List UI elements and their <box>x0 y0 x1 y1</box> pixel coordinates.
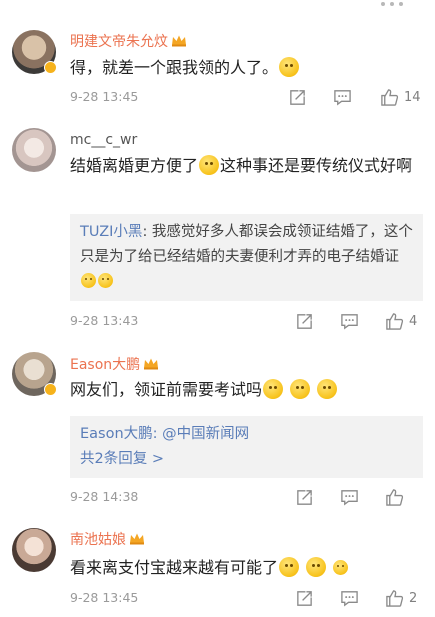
comment-item: mc__c_wr 结婚离婚更方便了 这种事还是要传统仪式好啊 TUZI小黑: 我感… <box>0 118 435 340</box>
like-button[interactable]: 14 <box>380 86 421 108</box>
reply-author[interactable]: Eason大鹏 <box>80 426 153 442</box>
comment-username[interactable]: Eason大鹏 <box>70 354 159 374</box>
smile-emoji-icon <box>279 57 300 77</box>
emoji-icon <box>290 379 311 399</box>
repost-icon <box>297 489 312 505</box>
like-count: 4 <box>409 313 418 329</box>
emoji-icon <box>279 557 300 577</box>
repost-icon <box>297 313 312 329</box>
comment-time: 9-28 13:45 <box>70 590 139 605</box>
reply-icon <box>334 89 351 105</box>
repost-button[interactable] <box>295 587 314 609</box>
reply-button[interactable] <box>340 486 359 508</box>
verified-badge-icon <box>44 383 57 396</box>
comment-text: 网友们，领证前需要考试吗 <box>70 376 417 403</box>
comment-username[interactable]: 南池姑娘 <box>70 529 145 549</box>
comment-time: 9-28 13:43 <box>70 313 139 328</box>
comment-username[interactable]: 明建文帝朱允炆 <box>70 31 187 51</box>
like-icon <box>386 312 404 330</box>
reply-quote[interactable]: Eason大鹏: @中国新闻网 共2条回复 > <box>70 416 423 478</box>
comment-username[interactable]: mc__c_wr <box>70 132 137 148</box>
reply-button[interactable] <box>340 587 359 609</box>
emoji-icon <box>98 273 113 288</box>
crown-icon <box>144 358 159 370</box>
comment-text: 看来离支付宝越来越有可能了 <box>70 554 417 581</box>
comment-item: 明建文帝朱允炆 得，就差一个跟我领的人了。 9-28 13:45 14 <box>0 0 435 118</box>
like-count: 2 <box>409 590 418 606</box>
emoji-icon <box>263 379 284 399</box>
reply-author[interactable]: TUZI小黑 <box>80 224 142 240</box>
reply-quote[interactable]: TUZI小黑: 我感觉好多人都误会成领证结婚了，这个只是为了给已经结婚的夫妻便利… <box>70 214 423 301</box>
comment-item: 南池姑娘 看来离支付宝越来越有可能了 9-28 13:45 2 <box>0 514 435 617</box>
comment-time: 9-28 14:38 <box>70 489 139 504</box>
repost-button[interactable] <box>295 310 314 332</box>
crown-icon <box>172 35 186 47</box>
comment-text: 结婚离婚更方便了 这种事还是要传统仪式好啊 <box>70 155 413 175</box>
emoji-icon <box>306 557 327 577</box>
like-icon <box>381 88 399 106</box>
like-button[interactable] <box>385 486 409 508</box>
emoji-icon <box>333 560 349 575</box>
like-button[interactable]: 4 <box>385 310 417 332</box>
sweat-emoji-icon <box>199 155 220 175</box>
comment-text: 得，就差一个跟我领的人了。 <box>70 54 417 81</box>
avatar[interactable] <box>12 128 56 172</box>
reply-text[interactable]: : @中国新闻网 <box>153 426 250 442</box>
crown-icon <box>130 533 144 545</box>
verified-badge-icon <box>44 61 57 74</box>
like-button[interactable]: 2 <box>385 587 417 609</box>
like-icon <box>386 589 404 607</box>
comment-time: 9-28 13:45 <box>70 89 139 104</box>
like-count: 14 <box>404 89 421 105</box>
reply-icon <box>341 489 358 505</box>
reply-button[interactable] <box>340 310 359 332</box>
more-replies-link[interactable]: 共2条回复 > <box>80 447 413 472</box>
avatar[interactable] <box>12 528 56 572</box>
reply-icon <box>341 313 358 329</box>
repost-icon <box>290 89 305 105</box>
repost-button[interactable] <box>288 86 307 108</box>
emoji-icon <box>81 273 96 288</box>
repost-icon <box>297 590 312 606</box>
emoji-icon <box>317 379 338 399</box>
like-icon <box>386 488 404 506</box>
reply-icon <box>341 590 358 606</box>
reply-button[interactable] <box>333 86 352 108</box>
comment-item: Eason大鹏 网友们，领证前需要考试吗 Eason大鹏: @中国新闻网 共2条… <box>0 340 435 514</box>
repost-button[interactable] <box>295 486 314 508</box>
